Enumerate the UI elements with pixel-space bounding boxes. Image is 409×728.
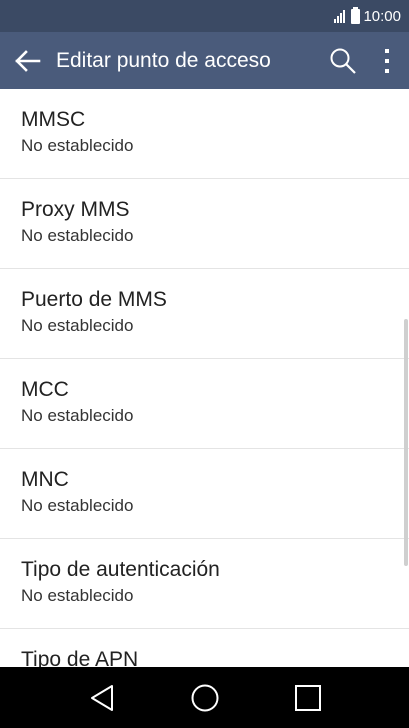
back-button[interactable] xyxy=(0,32,56,89)
status-bar: 10:00 xyxy=(0,0,409,32)
home-circle-icon xyxy=(191,684,218,711)
item-value: No establecido xyxy=(21,316,134,335)
item-label: Tipo de APN xyxy=(21,648,139,667)
item-value: No establecido xyxy=(21,586,134,605)
recents-square-icon xyxy=(294,684,321,711)
item-label: Proxy MMS xyxy=(21,198,130,221)
navigation-bar xyxy=(0,667,409,728)
list-item-proxy-mms[interactable]: Proxy MMS No establecido xyxy=(0,179,409,269)
battery-icon xyxy=(351,6,361,24)
nav-back-button[interactable] xyxy=(72,667,132,728)
list-item-auth-type[interactable]: Tipo de autenticación No establecido xyxy=(0,539,409,629)
back-triangle-icon xyxy=(90,684,113,711)
list-item-apn-type[interactable]: Tipo de APN xyxy=(0,629,409,667)
status-time: 10:00 xyxy=(363,7,401,25)
settings-list: MMSC No establecido Proxy MMS No estable… xyxy=(0,89,409,667)
list-item-mcc[interactable]: MCC No establecido xyxy=(0,359,409,449)
list-item-mmsc[interactable]: MMSC No establecido xyxy=(0,89,409,179)
item-value: No establecido xyxy=(21,496,134,515)
item-label: MNC xyxy=(21,468,69,491)
more-vert-icon xyxy=(385,48,389,73)
search-icon xyxy=(330,48,356,74)
item-label: Puerto de MMS xyxy=(21,288,167,311)
app-bar: Editar punto de acceso xyxy=(0,32,409,89)
list-item-mms-port[interactable]: Puerto de MMS No establecido xyxy=(0,269,409,359)
search-button[interactable] xyxy=(321,32,365,89)
item-value: No establecido xyxy=(21,406,134,425)
item-label: MCC xyxy=(21,378,69,401)
item-value: No establecido xyxy=(21,226,134,245)
item-label: Tipo de autenticación xyxy=(21,558,220,581)
signal-icon xyxy=(334,9,346,23)
nav-home-button[interactable] xyxy=(175,667,235,728)
page-title: Editar punto de acceso xyxy=(56,48,271,72)
item-label: MMSC xyxy=(21,108,86,131)
nav-recents-button[interactable] xyxy=(278,667,338,728)
more-options-button[interactable] xyxy=(365,32,409,89)
back-arrow-icon xyxy=(15,49,41,72)
scrollbar[interactable] xyxy=(404,319,408,566)
item-value: No establecido xyxy=(21,136,134,155)
list-item-mnc[interactable]: MNC No establecido xyxy=(0,449,409,539)
